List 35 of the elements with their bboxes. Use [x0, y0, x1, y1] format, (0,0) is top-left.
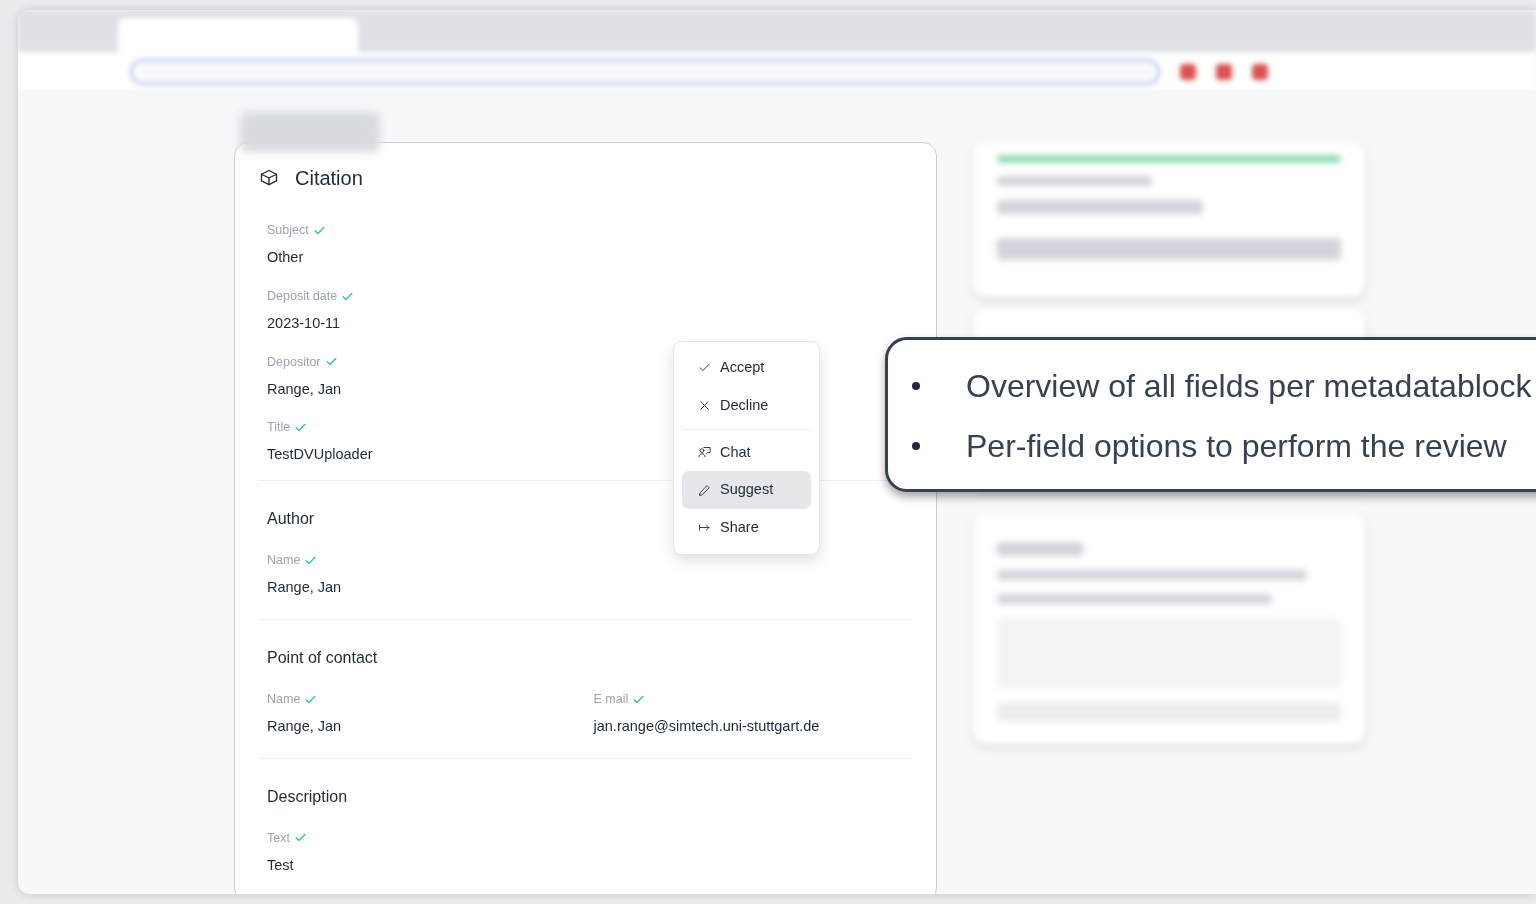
- field-label: E mail: [593, 690, 629, 708]
- bullet-icon: [912, 442, 920, 450]
- callout-text: Overview of all fields per metadatablock: [966, 367, 1532, 406]
- menu-item[interactable]: Decline: [682, 386, 811, 425]
- field-value: TestDVUploader: [267, 445, 373, 465]
- chat-icon: [697, 444, 712, 460]
- extension-icon[interactable]: [1216, 63, 1232, 80]
- field-value: Test: [267, 855, 294, 875]
- field-label: Title: [267, 419, 291, 437]
- section-title: Author: [267, 509, 315, 529]
- bullet-icon: [912, 382, 920, 390]
- field-label: Name: [267, 690, 301, 708]
- field-label: Text: [267, 829, 290, 847]
- extension-icon[interactable]: [1180, 63, 1196, 80]
- field-value: Range, Jan: [267, 379, 342, 399]
- cube-icon: [259, 168, 279, 188]
- menu-item[interactable]: Share: [682, 509, 811, 547]
- callout-text: Per-field options to perform the review: [966, 427, 1507, 466]
- field-value: 2023-10-11: [267, 313, 341, 333]
- menu-item[interactable]: Suggest: [682, 471, 811, 509]
- menu-item[interactable]: Accept: [682, 349, 811, 387]
- section-title: Citation: [295, 166, 363, 191]
- pencil-icon: [697, 482, 712, 498]
- field-value: Range, Jan: [267, 716, 342, 736]
- extension-icon[interactable]: [1252, 63, 1268, 80]
- field-value: Range, Jan: [267, 578, 342, 597]
- section-title: Description: [267, 786, 348, 807]
- field-value: Other: [267, 248, 304, 267]
- field-label: Depositor: [267, 353, 321, 371]
- menu-item[interactable]: Chat: [682, 433, 811, 472]
- field-label: Deposit date: [267, 287, 338, 305]
- field-label: Name: [267, 552, 301, 569]
- section-title: Point of contact: [267, 647, 378, 668]
- field-label: Subject: [267, 222, 309, 239]
- field-value: jan.range@simtech.uni-stuttgart.de: [593, 716, 820, 736]
